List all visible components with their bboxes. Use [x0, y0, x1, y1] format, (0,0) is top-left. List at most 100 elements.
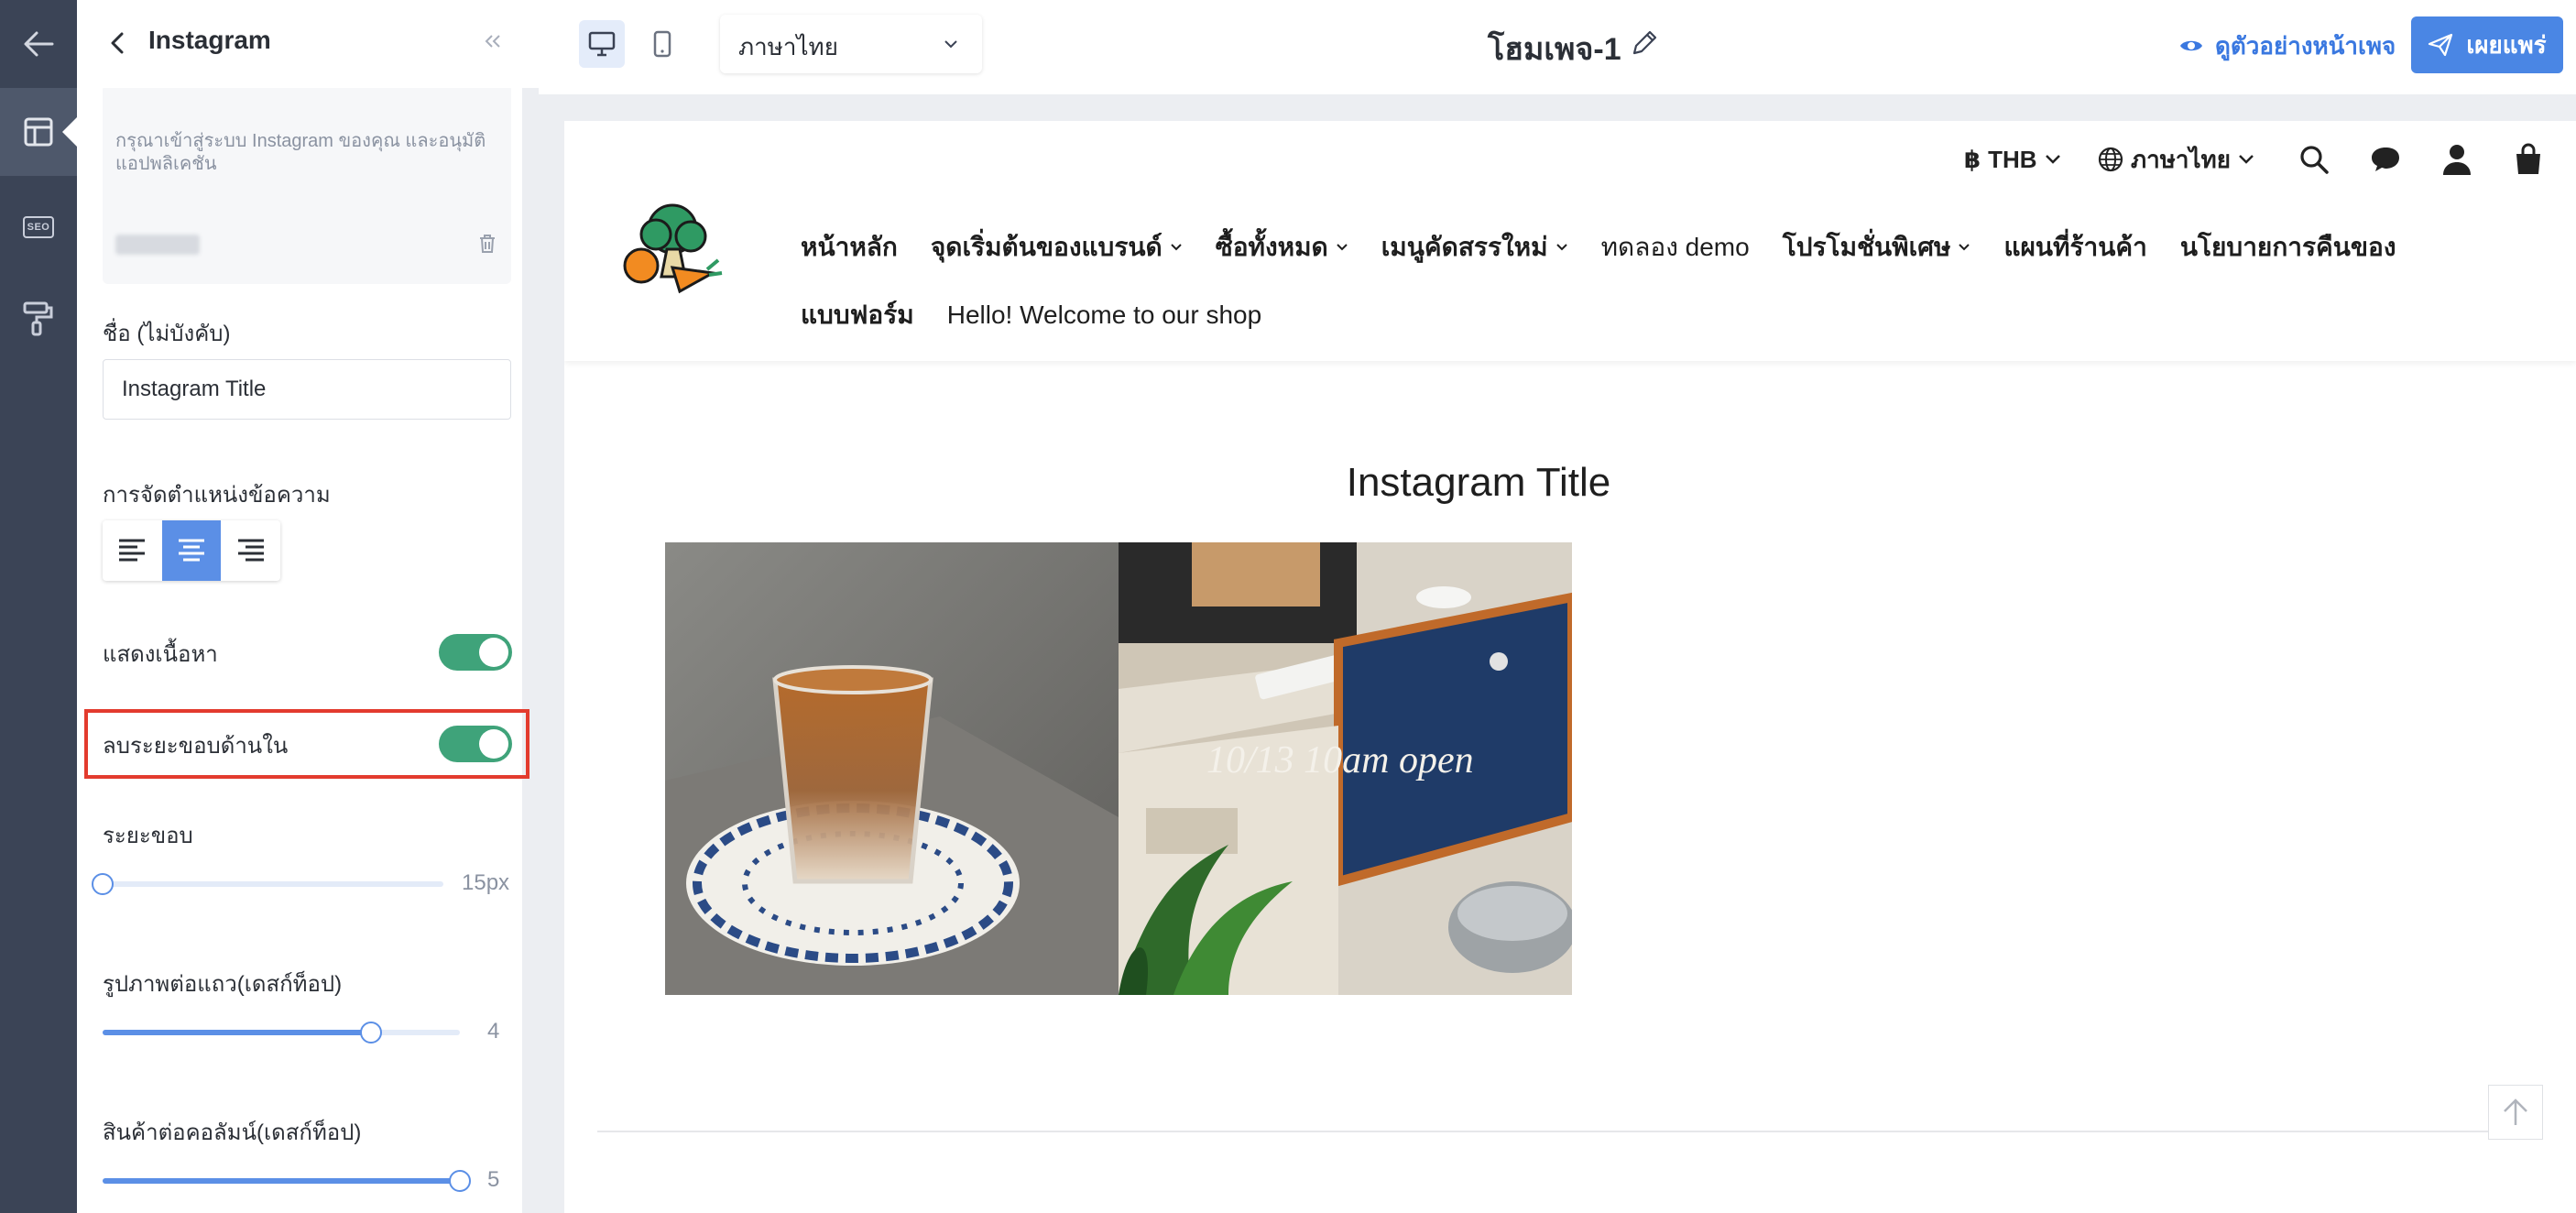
coffee-photo [665, 542, 1119, 995]
images-per-row-label: รูปภาพต่อแถว(เดสก์ท็อป) [103, 972, 343, 997]
instagram-account-card: กรุณาเข้าสู่ระบบ Instagram ของคุณ และอนุ… [103, 84, 511, 284]
nav-item-form[interactable]: แบบฟอร์ม [801, 295, 914, 335]
nav-item-label: ซื้อทั้งหมด [1215, 233, 1328, 261]
arrow-left-icon [24, 31, 54, 57]
nav-item-label: Hello! Welcome to our shop [946, 301, 1262, 329]
panel-scrollbar[interactable] [522, 0, 539, 1213]
chevron-down-icon [1170, 244, 1182, 251]
chevron-down-icon [1337, 244, 1348, 251]
user-icon [2443, 145, 2471, 175]
eye-icon [2180, 40, 2202, 51]
rail-seo-button[interactable]: SEO [0, 183, 77, 271]
shop-logo[interactable] [616, 194, 726, 295]
edit-page-title-button[interactable] [1629, 27, 1660, 59]
seo-icon: SEO [23, 216, 54, 238]
products-per-col-slider[interactable] [103, 1170, 471, 1192]
rail-theme-button[interactable] [0, 275, 77, 363]
nav-item-label: ทดลอง demo [1600, 233, 1750, 261]
preview-page-button[interactable]: ดูตัวอย่างหน้าเพจ [2178, 27, 2396, 64]
products-per-col-slider-fill [103, 1178, 460, 1184]
paint-roller-icon [23, 301, 53, 336]
search-icon [2300, 146, 2329, 174]
settings-panel: กรุณาเข้าสู่ระบบ Instagram ของคุณ และอนุ… [77, 0, 539, 1213]
nav-item-shop-all[interactable]: ซื้อทั้งหมด [1216, 227, 1348, 268]
chevron-down-icon [2239, 155, 2254, 164]
nav-item-return-policy[interactable]: นโยบายการคืนของ [2180, 227, 2396, 268]
nav-item-welcome[interactable]: Hello! Welcome to our shop [947, 301, 1261, 330]
layout-icon [24, 117, 53, 147]
spacing-slider[interactable] [92, 873, 443, 895]
align-right-button[interactable] [221, 520, 280, 581]
preview-label: ดูตัวอย่างหน้าเพจ [2215, 31, 2396, 60]
site-preview-frame: ฿ THB ภาษาไทย หน้าหลัก จุดเริ่มต้นของแบร… [564, 121, 2576, 1213]
nav-item-label: แผนที่ร้านค้า [2003, 233, 2147, 261]
currency-selector[interactable]: ฿ THB [1964, 141, 2061, 178]
nav-item-home[interactable]: หน้าหลัก [801, 227, 898, 268]
account-name-blurred [115, 235, 200, 255]
spacing-slider-knob[interactable] [92, 873, 114, 895]
spacing-label: ระยะขอบ [103, 824, 193, 848]
products-per-col-slider-knob[interactable] [449, 1170, 471, 1192]
instagram-photo-coffee[interactable] [665, 542, 1119, 995]
nav-item-demo[interactable]: ทดลอง demo [1601, 227, 1750, 268]
site-search-button[interactable] [2296, 141, 2332, 178]
site-chat-button[interactable] [2367, 141, 2404, 178]
nav-item-brand-story[interactable]: จุดเริ่มต้นของแบรนด์ [931, 227, 1183, 268]
name-field-label: ชื่อ (ไม่บังคับ) [103, 322, 231, 346]
remove-padding-label: ลบระยะขอบด้านใน [103, 734, 289, 759]
icon-rail: SEO [0, 0, 77, 1213]
arrow-up-icon [2504, 1098, 2527, 1125]
preview-canvas: ฿ THB ภาษาไทย หน้าหลัก จุดเริ่มต้นของแบร… [539, 95, 2576, 1213]
shopping-bag-icon [2516, 143, 2540, 174]
spacing-value: 15px [462, 870, 510, 895]
section-divider [597, 1131, 2543, 1132]
publish-button[interactable]: เผยแพร่ [2411, 16, 2563, 73]
chevron-down-icon [1959, 244, 1970, 251]
desktop-view-button[interactable] [579, 20, 625, 68]
chat-icon [2372, 148, 2399, 171]
nav-item-label: นโยบายการคืนของ [2179, 233, 2396, 261]
nav-item-store-map[interactable]: แผนที่ร้านค้า [2003, 227, 2146, 268]
nav-item-label: จุดเริ่มต้นของแบรนด์ [930, 233, 1162, 261]
photo-caption: 10/13 10am open [1206, 739, 1474, 781]
site-account-button[interactable] [2439, 141, 2475, 178]
page-title: โฮมเพจ-1 [1488, 32, 1621, 67]
baht-icon: ฿ [1964, 145, 1981, 173]
chevron-down-icon [1555, 244, 1567, 251]
nav-item-label: โปรโมชั่นพิเศษ [1782, 233, 1951, 261]
collapse-panel-button[interactable] [478, 27, 506, 55]
panel-back-button[interactable] [104, 29, 132, 57]
remove-padding-toggle[interactable] [439, 726, 512, 762]
rail-layout-button[interactable] [0, 88, 77, 176]
publish-label: เผยแพร่ [2466, 30, 2547, 59]
site-cart-button[interactable] [2510, 141, 2547, 178]
images-per-row-slider-knob[interactable] [359, 1022, 382, 1044]
align-left-icon [119, 539, 146, 562]
language-select[interactable]: ภาษาไทย [720, 15, 982, 73]
name-input[interactable] [103, 359, 511, 420]
show-content-toggle[interactable] [439, 634, 512, 671]
panel-header: Instagram [77, 0, 539, 88]
instagram-photo-desk[interactable]: 10/13 10am open [1119, 542, 1572, 995]
images-per-row-slider[interactable] [103, 1022, 460, 1044]
mobile-view-button[interactable] [639, 20, 685, 68]
double-chevron-left-icon [485, 35, 500, 48]
align-right-icon [237, 539, 264, 562]
scroll-to-top-button[interactable] [2488, 1085, 2543, 1140]
nav-item-new-menu[interactable]: เมนูคัดสรรใหม่ [1381, 227, 1568, 268]
nav-item-promotions[interactable]: โปรโมชั่นพิเศษ [1783, 227, 1971, 268]
site-nav-row-2: แบบฟอร์ม Hello! Welcome to our shop [801, 297, 1261, 333]
site-language-selector[interactable]: ภาษาไทย [2098, 141, 2254, 178]
panel-title: Instagram [148, 26, 271, 54]
login-hint: กรุณาเข้าสู่ระบบ Instagram ของคุณ และอนุ… [115, 131, 486, 174]
align-center-icon [179, 539, 204, 562]
editor-toolbar: ภาษาไทย โฮมเพจ-1 ดูตัวอย่างหน้าเพจ เผยแพ… [539, 0, 2576, 95]
pencil-icon [1632, 30, 1657, 55]
exit-editor-button[interactable] [0, 0, 77, 88]
images-per-row-value: 4 [487, 1019, 500, 1044]
remove-account-button[interactable] [476, 233, 498, 255]
align-center-button[interactable] [161, 520, 222, 581]
align-left-button[interactable] [103, 520, 162, 581]
alignment-group [103, 520, 280, 581]
mobile-icon [653, 30, 671, 58]
